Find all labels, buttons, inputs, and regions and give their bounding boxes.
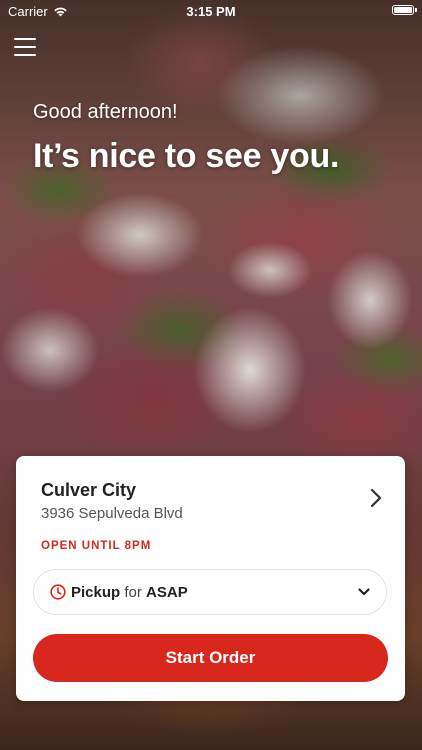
chevron-down-icon [358,588,370,596]
headline-text: It’s nice to see you. [33,137,340,175]
location-card: Culver City 3936 Sepulveda Blvd OPEN UNT… [16,456,405,701]
status-time: 3:15 PM [186,4,236,19]
order-mode: Pickup [71,583,121,601]
pickup-time-select[interactable]: Pickup for ASAP [33,569,387,615]
hamburger-menu-icon[interactable] [14,38,36,56]
start-order-button[interactable]: Start Order [33,634,388,682]
location-address: 3936 Sepulveda Blvd [41,505,183,522]
clock-icon [50,584,66,600]
location-name[interactable]: Culver City [41,480,136,501]
pickup-summary: Pickup for ASAP [71,584,188,601]
order-connector: for [124,583,142,601]
status-bar: Carrier 3:15 PM [0,0,422,22]
order-time: ASAP [146,583,188,601]
open-status-badge: OPEN UNTIL 8PM [41,540,152,552]
greeting-text: Good afternoon! [33,101,178,123]
chevron-right-icon[interactable] [369,488,383,508]
battery-icon [392,5,417,15]
